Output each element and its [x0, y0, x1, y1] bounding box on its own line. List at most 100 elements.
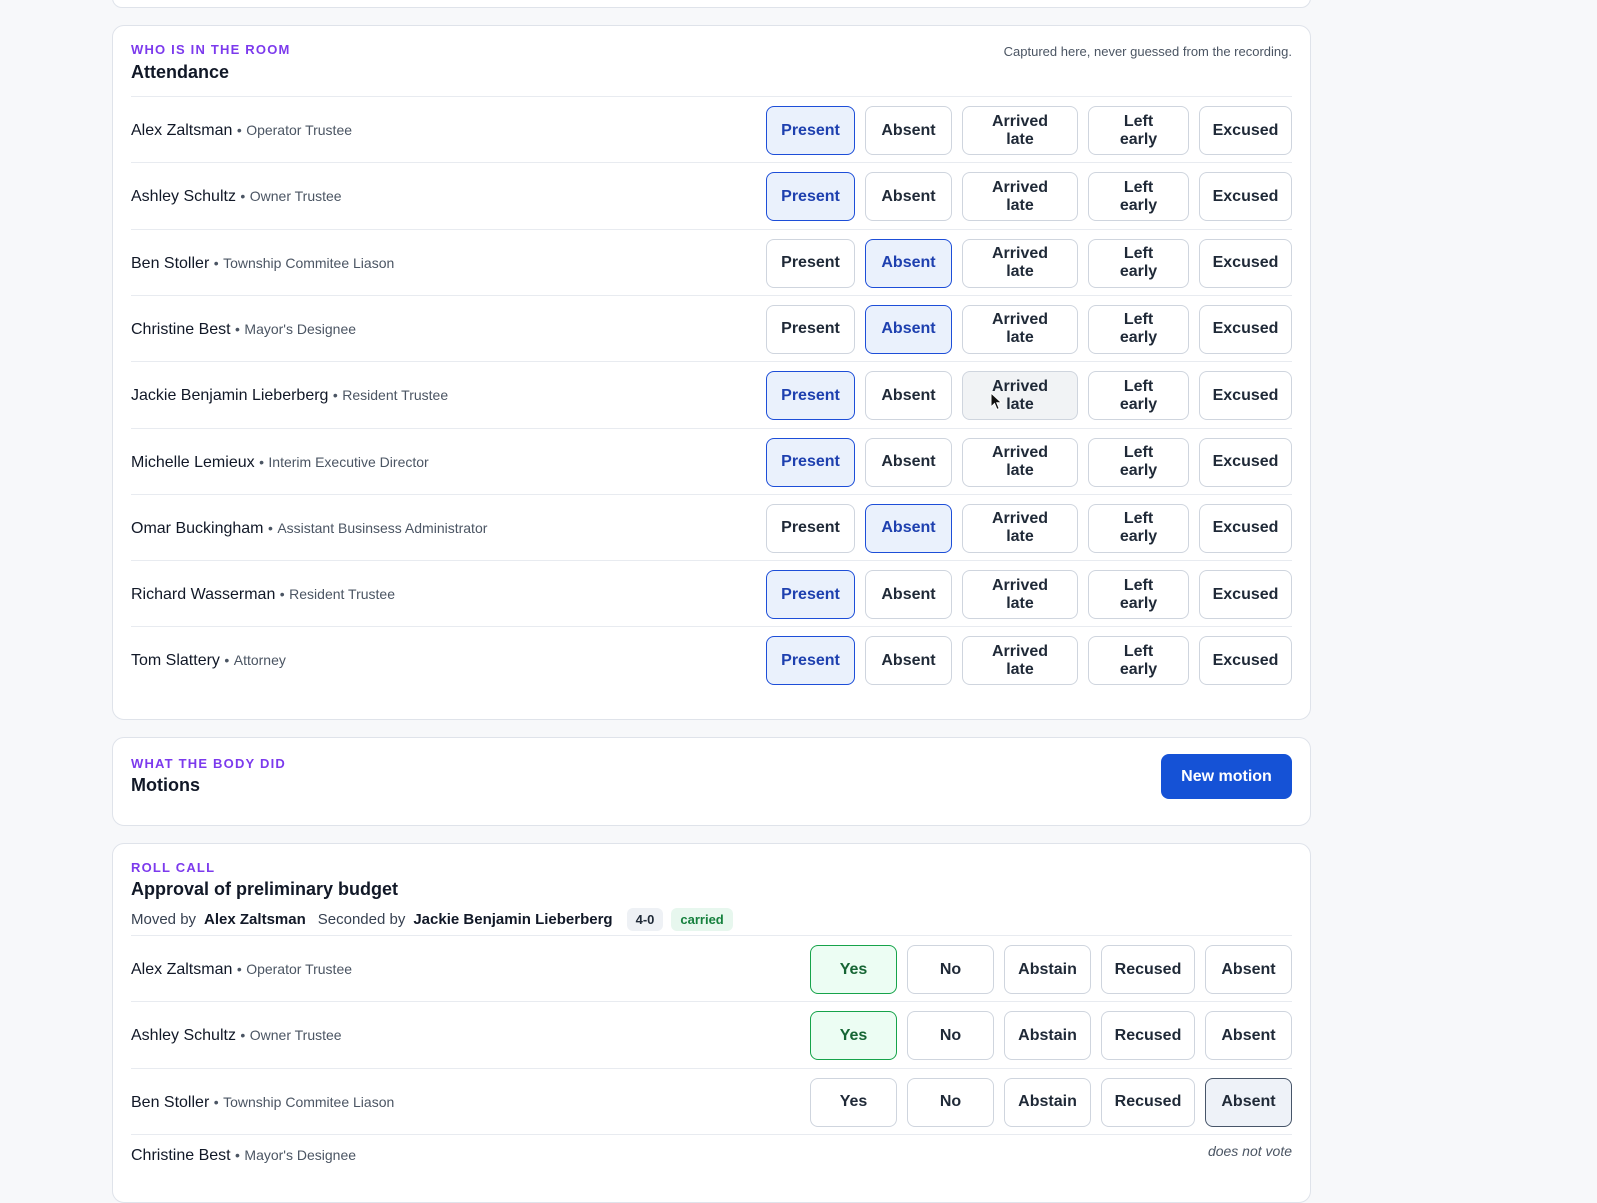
member-role: Mayor's Designee — [244, 1146, 357, 1163]
member-name: Christine Best — [131, 1146, 231, 1164]
vote-recused-button[interactable]: Recused — [1101, 1011, 1195, 1061]
attendance-left-early-button[interactable]: Left early — [1088, 172, 1189, 222]
vote-no-button[interactable]: No — [907, 1011, 994, 1061]
vote-no-button[interactable]: No — [907, 945, 994, 994]
attendance-present-button[interactable]: Present — [766, 172, 855, 222]
attendance-arrived-late-button[interactable]: Arrived late — [962, 570, 1078, 620]
seconded-by-name: Jackie Benjamin Lieberberg — [413, 910, 613, 928]
attendance-row-tom-slattery: Tom Slattery • Attorney Present Absent Arr… — [131, 626, 1292, 693]
new-motion-button[interactable]: New motion — [1161, 754, 1292, 799]
attendance-arrived-late-button[interactable]: Arrived late — [962, 304, 1078, 354]
separator: • — [236, 961, 242, 977]
member-role: Operator Trustee — [246, 961, 353, 977]
attendance-excused-button[interactable]: Excused — [1199, 636, 1292, 686]
attendance-present-button[interactable]: Present — [766, 238, 855, 288]
attendance-arrived-late-button[interactable]: Arrived late — [962, 636, 1078, 686]
member-role: Interim Executive Director — [268, 453, 429, 470]
vote-absent-button[interactable]: Absent — [1205, 945, 1292, 994]
attendance-absent-button[interactable]: Absent — [865, 437, 952, 487]
vote-abstain-button[interactable]: Abstain — [1004, 1077, 1091, 1127]
attendance-arrived-late-button[interactable]: Arrived late — [962, 172, 1078, 222]
vote-absent-button[interactable]: Absent — [1205, 1011, 1292, 1061]
member-name: Alex Zaltsman — [131, 961, 233, 978]
member-name: Ben Stoller — [131, 254, 210, 272]
vote-row-ashley-schultz: Ashley Schultz • Owner Trustee Yes No Abst… — [131, 1001, 1292, 1068]
attendance-options: Present Absent Arrived late Left early Excus… — [766, 106, 1292, 155]
attendance-left-early-button[interactable]: Left early — [1088, 106, 1189, 155]
attendance-absent-button[interactable]: Absent — [865, 371, 952, 421]
attendance-excused-button[interactable]: Excused — [1199, 106, 1292, 155]
vote-absent-button[interactable]: Absent — [1205, 1077, 1292, 1127]
roll-call-card: ROLL CALL Approval of preliminary budget… — [112, 843, 1311, 1203]
attendance-absent-button[interactable]: Absent — [865, 570, 952, 620]
attendance-present-button[interactable]: Present — [766, 106, 855, 155]
vote-no-button[interactable]: No — [907, 1077, 994, 1127]
attendance-excused-button[interactable]: Excused — [1199, 304, 1292, 354]
vote-abstain-button[interactable]: Abstain — [1004, 945, 1091, 994]
member-name: Ashley Schultz — [131, 188, 236, 206]
member-name: Tom Slattery — [131, 652, 220, 670]
attendance-left-early-button[interactable]: Left early — [1088, 636, 1189, 686]
member-role: Owner Trustee — [249, 188, 342, 205]
attendance-excused-button[interactable]: Excused — [1199, 238, 1292, 288]
attendance-absent-button[interactable]: Absent — [865, 304, 952, 354]
member-name: Christine Best — [131, 320, 231, 338]
attendance-excused-button[interactable]: Excused — [1199, 570, 1292, 620]
member-name-role: Richard Wasserman • Resident Trustee — [131, 561, 395, 627]
separator: • — [224, 652, 230, 669]
attendance-left-early-button[interactable]: Left early — [1088, 371, 1189, 421]
attendance-left-early-button[interactable]: Left early — [1088, 238, 1189, 288]
separator: • — [279, 586, 285, 603]
does-not-vote-note: does not vote — [1207, 1142, 1292, 1159]
attendance-excused-button[interactable]: Excused — [1199, 503, 1292, 553]
attendance-present-button[interactable]: Present — [766, 371, 855, 421]
attendance-absent-button[interactable]: Absent — [865, 106, 952, 155]
attendance-row-ashley-schultz: Ashley Schultz • Owner Trustee Present Ab… — [131, 162, 1292, 229]
attendance-row-jackie-benjamin-lieberberg: Jackie Benjamin Lieberberg • Resident Tr… — [131, 361, 1292, 428]
attendance-left-early-button[interactable]: Left early — [1088, 437, 1189, 487]
moved-by-name: Alex Zaltsman — [204, 910, 306, 928]
attendance-arrived-late-button[interactable]: Arrived late — [962, 503, 1078, 553]
attendance-excused-button[interactable]: Excused — [1199, 437, 1292, 487]
attendance-present-button[interactable]: Present — [766, 437, 855, 487]
attendance-present-button[interactable]: Present — [766, 570, 855, 620]
attendance-absent-button[interactable]: Absent — [865, 172, 952, 222]
separator: • — [213, 254, 219, 271]
attendance-eyebrow: WHO IS IN THE ROOM — [131, 42, 291, 57]
member-name-role: Omar Buckingham • Assistant Businsess Ad… — [131, 495, 487, 561]
attendance-present-button[interactable]: Present — [766, 503, 855, 553]
attendance-absent-button[interactable]: Absent — [865, 238, 952, 288]
attendance-arrived-late-button[interactable]: Arrived late — [962, 238, 1078, 288]
member-role: Township Commitee Liason — [223, 254, 395, 271]
attendance-left-early-button[interactable]: Left early — [1088, 304, 1189, 354]
separator: • — [240, 188, 246, 205]
vote-yes-button[interactable]: Yes — [810, 945, 897, 994]
attendance-arrived-late-button[interactable]: Arrived late — [962, 371, 1078, 421]
motions-title: Motions — [131, 775, 200, 795]
attendance-present-button[interactable]: Present — [766, 304, 855, 354]
vote-recused-button[interactable]: Recused — [1101, 1077, 1195, 1127]
attendance-present-button[interactable]: Present — [766, 636, 855, 686]
attendance-left-early-button[interactable]: Left early — [1088, 503, 1189, 553]
attendance-absent-button[interactable]: Absent — [865, 636, 952, 686]
attendance-options: Present Absent Arrived late Left early Excus… — [766, 238, 1292, 288]
vote-yes-button[interactable]: Yes — [810, 1011, 897, 1061]
member-name-role: Ashley Schultz • Owner Trustee — [131, 1002, 342, 1068]
attendance-options: Present Absent Arrived late Left early Excus… — [766, 437, 1292, 487]
member-name-role: Alex Zaltsman • Operator Trustee — [131, 97, 352, 163]
attendance-excused-button[interactable]: Excused — [1199, 371, 1292, 421]
member-role: Resident Trustee — [342, 387, 449, 404]
attendance-arrived-late-button[interactable]: Arrived late — [962, 437, 1078, 487]
attendance-left-early-button[interactable]: Left early — [1088, 570, 1189, 620]
attendance-options: Present Absent Arrived late Left early Excus… — [766, 570, 1292, 620]
separator: • — [259, 453, 264, 470]
attendance-excused-button[interactable]: Excused — [1199, 172, 1292, 222]
attendance-arrived-late-button[interactable]: Arrived late — [962, 106, 1078, 155]
attendance-absent-button[interactable]: Absent — [865, 503, 952, 553]
vote-abstain-button[interactable]: Abstain — [1004, 1011, 1091, 1061]
attendance-note: Captured here, never guessed from the re… — [1003, 44, 1292, 59]
vote-tally-badge: 4-0 — [626, 907, 664, 931]
vote-recused-button[interactable]: Recused — [1101, 945, 1195, 994]
vote-yes-button[interactable]: Yes — [810, 1077, 897, 1127]
member-name: Ben Stoller — [131, 1093, 210, 1111]
